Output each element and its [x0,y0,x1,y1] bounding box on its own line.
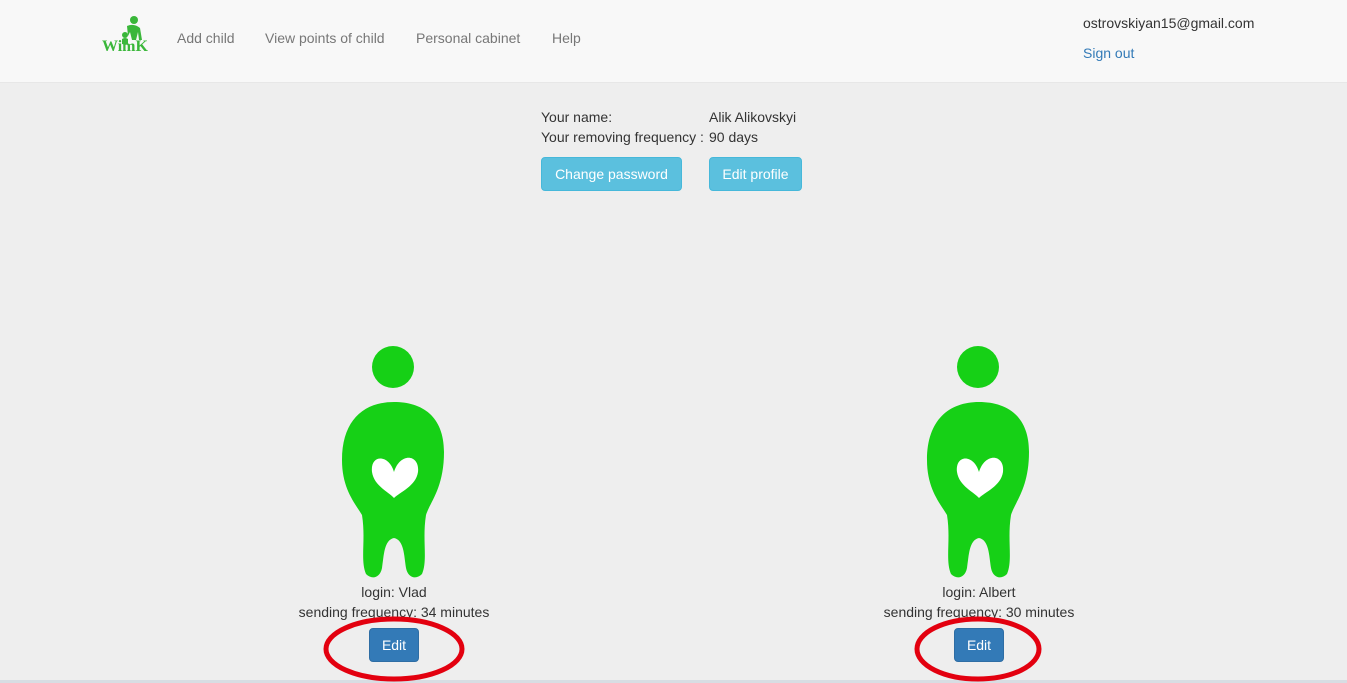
nav-personal-cabinet[interactable]: Personal cabinet [416,30,520,46]
child-login: login: Vlad [361,584,427,600]
child-figure-icon[interactable] [919,340,1039,578]
change-password-button[interactable]: Change password [541,157,682,191]
child-card: login: Albert sending frequency: 30 minu… [849,340,1109,662]
edit-child-button[interactable]: Edit [953,628,1005,662]
wimk-logo-icon[interactable]: WimK [101,14,159,56]
name-value: Alik Alikovskyi [709,109,797,125]
name-label: Your name: [541,109,613,125]
nav-add-child[interactable]: Add child [177,30,235,46]
child-sending-frequency: sending frequency: 34 minutes [298,604,490,620]
child-sending-frequency: sending frequency: 30 minutes [883,604,1075,620]
child-card: login: Vlad sending frequency: 34 minute… [264,340,524,662]
edit-child-button[interactable]: Edit [368,628,420,662]
nav-help[interactable]: Help [552,30,581,46]
navbar: WimK Add child View points of child Pers… [0,0,1347,83]
sign-out-link[interactable]: Sign out [1083,45,1134,61]
frequency-value: 90 days [709,129,759,145]
svg-text:WimK: WimK [102,38,148,55]
edit-profile-button[interactable]: Edit profile [709,157,802,191]
frequency-label: Your removing frequency : [541,129,704,145]
child-login: login: Albert [942,584,1016,600]
child-figure-icon[interactable] [334,340,454,578]
nav-view-points-of-child[interactable]: View points of child [265,30,385,46]
user-email: ostrovskiyan15@gmail.com [1083,15,1255,31]
